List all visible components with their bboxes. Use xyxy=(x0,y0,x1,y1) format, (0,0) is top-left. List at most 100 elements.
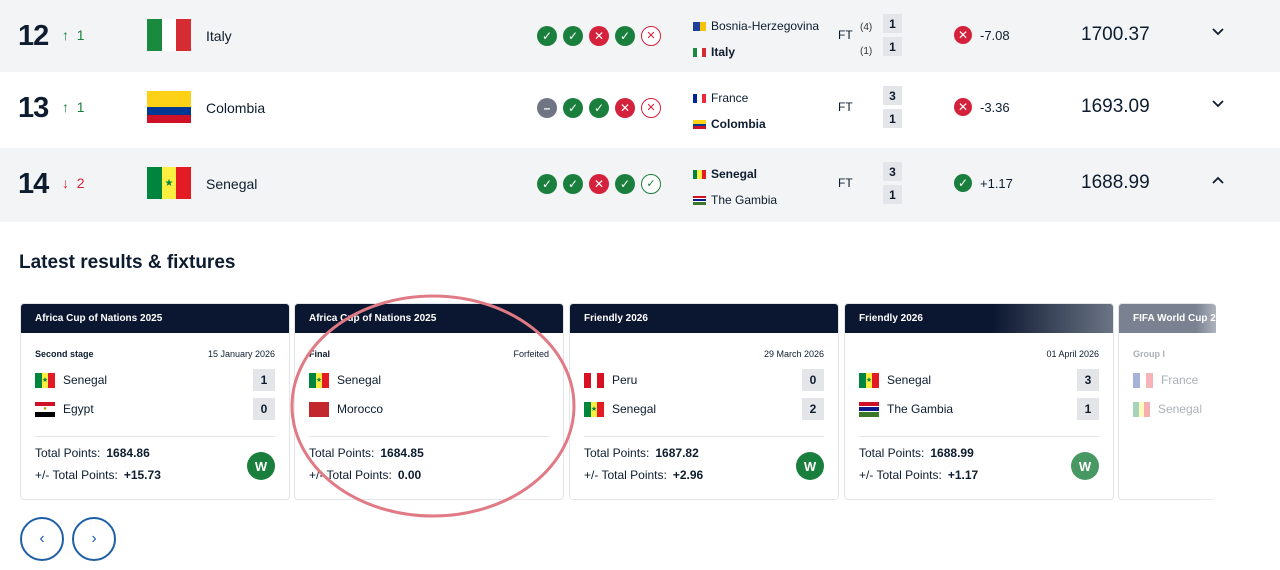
penalty-scores: (4) (1) xyxy=(860,22,873,57)
match-status: FT xyxy=(838,100,853,114)
total-points: 1693.09 xyxy=(1081,96,1150,117)
match-card[interactable]: Friendly 2026 29 March 2026 Peru 0 ★ Sen… xyxy=(569,303,839,500)
win-icon: ✓ xyxy=(589,98,609,118)
total-points-change: +/- Total Points: +1.17 xyxy=(859,468,979,482)
result-badge: W xyxy=(1071,452,1099,480)
total-points: Total Points: 1684.86 xyxy=(35,446,150,460)
senegal-flag: ★ xyxy=(584,401,605,417)
win-icon: ✓ xyxy=(537,174,557,194)
chevron-up-icon[interactable] xyxy=(1212,172,1224,187)
match-score: 3 1 xyxy=(883,86,902,132)
rank-number: 14 xyxy=(18,168,49,200)
rank-change: ↑ 1 xyxy=(62,99,85,115)
team-name: Italy xyxy=(206,28,232,44)
senegal-flag: ★ xyxy=(35,372,56,388)
section-title: Latest results & fixtures xyxy=(19,252,236,273)
win-icon: ✓ xyxy=(615,26,635,46)
rank-number: 13 xyxy=(18,92,49,124)
score: 1 xyxy=(253,369,275,391)
match-home: Bosnia-Herzegovina xyxy=(693,13,819,39)
recent-form: – ✓ ✓ ✕ ✕ xyxy=(537,98,661,118)
divider xyxy=(859,436,1099,437)
match-card[interactable]: Friendly 2026 01 April 2026 ★ Senegal 3 … xyxy=(844,303,1114,500)
carousel-fade xyxy=(1196,300,1280,505)
gambia-flag xyxy=(693,195,706,205)
match-meta: 01 April 2026 xyxy=(1046,349,1099,359)
points-change: ✕ -3.36 xyxy=(954,98,1010,116)
win-icon: ✓ xyxy=(615,174,635,194)
ranking-row[interactable]: 14 ↓ 2 ★ Senegal ✓ ✓ ✕ ✓ ✓ Senegal The G… xyxy=(0,148,1280,222)
carousel-prev-button[interactable]: ‹ xyxy=(20,517,64,561)
loss-outline-icon: ✕ xyxy=(641,26,661,46)
bosnia-flag xyxy=(693,21,706,31)
senegal-flag xyxy=(1133,401,1150,417)
competition-name: Friendly 2026 xyxy=(845,304,1113,333)
team-line: ★ Senegal 1 xyxy=(35,369,275,391)
win-icon: ✓ xyxy=(563,174,583,194)
match-home: France xyxy=(693,85,766,111)
total-points: 1688.99 xyxy=(1081,172,1150,193)
points-change: ✕ -7.08 xyxy=(954,26,1010,44)
last-match: Senegal The Gambia xyxy=(693,161,777,213)
loss-icon: ✕ xyxy=(954,98,972,116)
team-line: The Gambia 1 xyxy=(859,398,1099,420)
divider xyxy=(584,436,824,437)
win-icon: ✓ xyxy=(563,26,583,46)
loss-icon: ✕ xyxy=(615,98,635,118)
match-meta: Second stage 15 January 2026 xyxy=(35,349,275,359)
score: 2 xyxy=(802,398,824,420)
recent-form: ✓ ✓ ✕ ✓ ✓ xyxy=(537,174,661,194)
match-away: Italy xyxy=(693,39,819,65)
win-icon: ✓ xyxy=(537,26,557,46)
loss-icon: ✕ xyxy=(589,26,609,46)
team-line: ★ Senegal 2 xyxy=(584,398,824,420)
score: 0 xyxy=(253,398,275,420)
team-name: Senegal xyxy=(206,176,258,192)
senegal-flag: ★ xyxy=(859,372,880,388)
last-match: Bosnia-Herzegovina Italy xyxy=(693,13,819,65)
rank-change: ↑ 1 xyxy=(62,27,85,43)
match-score: 1 1 xyxy=(883,14,902,60)
match-away: Colombia xyxy=(693,111,766,137)
match-home: Senegal xyxy=(693,161,777,187)
total-points-change: +/- Total Points: +2.96 xyxy=(584,468,704,482)
match-status: FT xyxy=(838,176,853,190)
ranking-row[interactable]: 13 ↑ 1 Colombia – ✓ ✓ ✕ ✕ France Colombi… xyxy=(0,72,1280,146)
score: 1 xyxy=(1077,398,1099,420)
divider xyxy=(35,436,275,437)
last-match: France Colombia xyxy=(693,85,766,137)
match-away: The Gambia xyxy=(693,187,777,213)
rank-change: ↓ 2 xyxy=(62,175,85,191)
competition-name: Africa Cup of Nations 2025 xyxy=(21,304,289,333)
chevron-down-icon[interactable] xyxy=(1212,24,1224,39)
france-flag xyxy=(1133,372,1154,388)
win-icon: ✓ xyxy=(954,174,972,192)
loss-icon: ✕ xyxy=(589,174,609,194)
team-name: Colombia xyxy=(206,100,266,116)
recent-form: ✓ ✓ ✕ ✓ ✕ xyxy=(537,26,661,46)
match-status: FT xyxy=(838,28,853,42)
total-points: 1700.37 xyxy=(1081,24,1150,45)
ranking-row[interactable]: 12 ↑ 1 Italy ✓ ✓ ✕ ✓ ✕ Bosnia-Herzegovin… xyxy=(0,0,1280,72)
match-meta: 29 March 2026 xyxy=(763,349,824,359)
italy-flag xyxy=(693,47,706,57)
result-badge: W xyxy=(796,452,824,480)
carousel-next-button[interactable]: › xyxy=(72,517,116,561)
egypt-flag: ● xyxy=(35,401,55,417)
total-points: Total Points: 1688.99 xyxy=(859,446,974,460)
rank-number: 12 xyxy=(18,20,49,52)
france-flag xyxy=(693,93,706,103)
points-change: ✓ +1.17 xyxy=(954,174,1013,192)
senegal-flag: ★ xyxy=(147,167,192,199)
total-points: Total Points: 1687.82 xyxy=(584,446,699,460)
loss-icon: ✕ xyxy=(954,26,972,44)
colombia-flag xyxy=(147,91,191,123)
peru-flag xyxy=(584,372,605,388)
loss-outline-icon: ✕ xyxy=(641,98,661,118)
chevron-down-icon[interactable] xyxy=(1212,96,1224,111)
result-badge: W xyxy=(247,452,275,480)
highlight-circle xyxy=(290,294,576,518)
gambia-flag xyxy=(859,401,879,417)
italy-flag xyxy=(147,19,192,51)
match-card[interactable]: Africa Cup of Nations 2025 Second stage 1… xyxy=(20,303,290,500)
